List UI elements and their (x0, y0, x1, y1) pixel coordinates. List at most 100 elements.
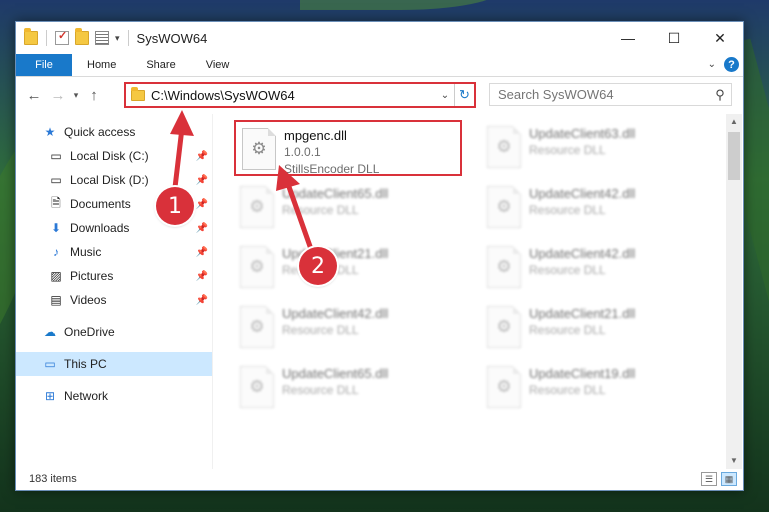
file-tile[interactable]: ⚙ UpdateClient65.dll Resource DLL (234, 180, 462, 236)
dll-file-icon: ⚙ (240, 186, 274, 228)
minimize-button[interactable]: — (605, 22, 651, 54)
pin-icon[interactable]: 📌 (196, 175, 208, 186)
file-name: UpdateClient65.dll (282, 186, 389, 201)
nav-label: Videos (70, 293, 107, 307)
properties-icon[interactable] (55, 29, 69, 45)
file-tile[interactable]: ⚙ UpdateClient63.dll Resource DLL (481, 120, 709, 176)
scroll-down-icon[interactable]: ▼ (726, 453, 742, 469)
file-description: Resource DLL (529, 263, 606, 277)
nav-label: Local Disk (D:) (70, 173, 149, 187)
pin-icon[interactable]: 📌 (196, 247, 208, 258)
file-tile[interactable]: ⚙ UpdateClient42.dll Resource DLL (234, 300, 462, 356)
address-path[interactable]: C:\Windows\SysWOW64 (151, 88, 436, 103)
file-details: UpdateClient63.dll Resource DLL (529, 120, 635, 159)
scroll-up-icon[interactable]: ▲ (726, 114, 742, 130)
nav-pictures[interactable]: ▨ Pictures 📌 (16, 264, 212, 288)
file-tile[interactable]: ⚙ UpdateClient42.dll Resource DLL (481, 240, 709, 296)
file-details: UpdateClient65.dll Resource DLL (282, 360, 388, 399)
step-2-badge: 2 (299, 247, 337, 285)
nav-network[interactable]: ⊞ Network (16, 384, 212, 408)
refresh-icon[interactable]: ↻ (454, 84, 474, 106)
file-name: mpgenc.dll (284, 128, 347, 143)
folder-icon (131, 86, 145, 101)
chevron-down-icon[interactable]: ⌄ (708, 59, 716, 70)
nav-label: This PC (64, 357, 107, 371)
close-button[interactable]: ✕ (697, 22, 743, 54)
step-1-badge: 1 (156, 187, 194, 225)
computer-icon: ▭ (44, 357, 56, 371)
tab-view[interactable]: View (191, 54, 245, 76)
status-bar: 183 items ☰ ▦ (16, 468, 743, 490)
nav-quick-access[interactable]: ★ Quick access (16, 120, 212, 144)
nav-onedrive[interactable]: ☁ OneDrive (16, 320, 212, 344)
pane-divider (212, 114, 213, 469)
search-input[interactable] (498, 87, 709, 102)
dll-file-icon: ⚙ (240, 306, 274, 348)
nav-music[interactable]: ♪ Music 📌 (16, 240, 212, 264)
pin-icon[interactable]: 📌 (196, 271, 208, 282)
back-arrow-icon[interactable]: ← (22, 87, 46, 104)
new-folder-icon[interactable] (75, 28, 89, 45)
nav-label: OneDrive (64, 325, 115, 339)
scrollbar-thumb[interactable] (728, 132, 740, 180)
tab-share[interactable]: Share (131, 54, 190, 76)
file-tile[interactable]: ⚙ UpdateClient21.dll Resource DLL (234, 240, 462, 296)
search-box[interactable]: ⚲ (489, 83, 732, 106)
pictures-icon: ▨ (50, 269, 62, 283)
folder-icon[interactable] (24, 28, 38, 45)
file-tile[interactable]: ⚙ UpdateClient21.dll Resource DLL (481, 300, 709, 356)
vertical-scrollbar[interactable]: ▲ ▼ (726, 114, 742, 469)
details-view-icon[interactable]: ☰ (701, 472, 717, 486)
window-controls: — ☐ ✕ (605, 22, 743, 54)
search-icon[interactable]: ⚲ (709, 87, 731, 103)
file-name: UpdateClient42.dll (282, 306, 389, 321)
chevron-down-icon[interactable]: ▾ (115, 33, 120, 44)
dll-file-icon: ⚙ (487, 186, 521, 228)
file-tile[interactable]: ⚙ UpdateClient65.dll Resource DLL (234, 360, 462, 416)
tiles-view-icon[interactable]: ▦ (721, 472, 737, 486)
file-name: UpdateClient65.dll (282, 366, 389, 381)
nav-label: Network (64, 389, 109, 403)
chevron-down-icon[interactable]: ⌄ (436, 90, 454, 101)
forward-arrow-icon[interactable]: → (46, 87, 70, 104)
tab-home[interactable]: Home (72, 54, 131, 76)
recent-locations-chevron-icon[interactable]: ▾ (70, 90, 82, 101)
cloud-icon: ☁ (44, 325, 56, 339)
file-details: UpdateClient19.dll Resource DLL (529, 360, 635, 399)
file-tile[interactable]: ⚙ UpdateClient19.dll Resource DLL (481, 360, 709, 416)
help-icon[interactable]: ? (724, 57, 739, 72)
file-name: UpdateClient63.dll (529, 126, 636, 141)
file-version: 1.0.0.1 (284, 145, 321, 159)
file-name: UpdateClient21.dll (529, 306, 636, 321)
pin-icon[interactable]: 📌 (196, 151, 208, 162)
file-description: Resource DLL (282, 383, 359, 397)
pin-icon[interactable]: 📌 (196, 295, 208, 306)
quick-access-toolbar: ▾ (16, 22, 131, 54)
nav-videos[interactable]: ▤ Videos 📌 (16, 288, 212, 312)
downloads-icon: ⬇ (50, 221, 62, 235)
view-switcher: ☰ ▦ (701, 472, 737, 486)
nav-this-pc[interactable]: ▭ This PC (16, 352, 212, 376)
pin-icon[interactable]: 📌 (196, 223, 208, 234)
nav-local-disk-c[interactable]: ▭ Local Disk (C:) 📌 (16, 144, 212, 168)
file-details: UpdateClient65.dll Resource DLL (282, 180, 388, 219)
customize-icon[interactable] (95, 31, 109, 45)
toolbar-divider (127, 30, 129, 46)
file-tile-highlighted[interactable]: ⚙ mpgenc.dll 1.0.0.1 StillsEncoder DLL (234, 120, 462, 176)
nav-label: Downloads (70, 221, 130, 235)
up-arrow-icon[interactable]: ↑ (82, 87, 106, 104)
file-description: StillsEncoder DLL (284, 162, 380, 176)
ribbon-controls: ⌄ ? (708, 57, 739, 72)
maximize-button[interactable]: ☐ (651, 22, 697, 54)
tab-file[interactable]: File (16, 54, 72, 76)
file-description: Resource DLL (529, 323, 606, 337)
dll-file-icon: ⚙ (487, 126, 521, 168)
address-bar[interactable]: C:\Windows\SysWOW64 ⌄ ↻ (124, 82, 476, 108)
file-list: ⚙ mpgenc.dll 1.0.0.1 StillsEncoder DLL ⚙… (226, 114, 726, 469)
dll-file-icon: ⚙ (487, 246, 521, 288)
pin-icon[interactable]: 📌 (196, 199, 208, 210)
navigation-pane: ★ Quick access ▭ Local Disk (C:) 📌 ▭ Loc… (16, 114, 212, 469)
file-tile[interactable]: ⚙ UpdateClient42.dll Resource DLL (481, 180, 709, 236)
